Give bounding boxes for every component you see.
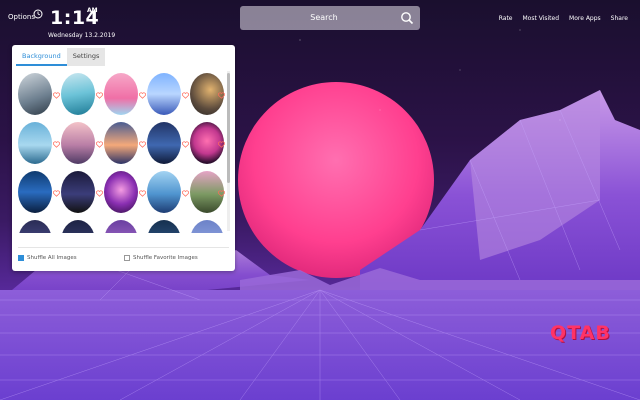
background-thumbnail[interactable] bbox=[61, 73, 95, 115]
panel-divider bbox=[18, 247, 229, 248]
background-thumbnail[interactable] bbox=[18, 220, 52, 233]
search-icon[interactable] bbox=[400, 11, 414, 25]
favorite-heart-icon[interactable] bbox=[96, 92, 103, 99]
favorite-heart-icon[interactable] bbox=[182, 190, 189, 197]
favorite-heart-icon[interactable] bbox=[96, 141, 103, 148]
options-panel: Background Settings Shuffle All Images S… bbox=[12, 45, 235, 271]
background-thumbnail[interactable] bbox=[190, 220, 224, 233]
background-thumbnail[interactable] bbox=[104, 73, 138, 115]
background-grid bbox=[16, 73, 226, 233]
background-thumbnail[interactable] bbox=[104, 122, 138, 164]
thumbnail-scrollbar[interactable] bbox=[227, 71, 230, 231]
clock-date: Wednesday 13.2.2019 bbox=[48, 32, 116, 39]
search-placeholder: Search bbox=[310, 13, 338, 22]
options-button[interactable]: Options bbox=[8, 13, 35, 21]
background-thumbnail[interactable] bbox=[18, 73, 52, 115]
nav-share[interactable]: Share bbox=[611, 15, 628, 22]
qtab-logo: QTAB bbox=[550, 322, 611, 344]
favorite-heart-icon[interactable] bbox=[218, 141, 225, 148]
background-thumbnail[interactable] bbox=[61, 171, 95, 213]
scrollbar-thumb[interactable] bbox=[227, 73, 230, 183]
background-thumbnail[interactable] bbox=[147, 122, 181, 164]
shuffle-all-label: Shuffle All Images bbox=[27, 255, 77, 261]
checkbox-unchecked[interactable] bbox=[124, 255, 130, 261]
top-bar: Options 1:14 AM Wednesday 13.2.2019 Sear… bbox=[0, 0, 640, 40]
favorite-heart-icon[interactable] bbox=[182, 141, 189, 148]
nav-rate[interactable]: Rate bbox=[499, 15, 513, 22]
favorite-heart-icon[interactable] bbox=[139, 92, 146, 99]
background-thumbnail[interactable] bbox=[104, 220, 138, 233]
background-thumbnail[interactable] bbox=[104, 171, 138, 213]
background-thumbnail[interactable] bbox=[147, 73, 181, 115]
background-thumbnail[interactable] bbox=[61, 122, 95, 164]
nav-more-apps[interactable]: More Apps bbox=[569, 15, 601, 22]
shuffle-favorite-label: Shuffle Favorite Images bbox=[133, 255, 198, 261]
background-thumbnail[interactable] bbox=[147, 220, 181, 233]
favorite-heart-icon[interactable] bbox=[218, 92, 225, 99]
favorite-heart-icon[interactable] bbox=[53, 92, 60, 99]
checkbox-checked[interactable] bbox=[18, 255, 24, 261]
background-thumbnail[interactable] bbox=[18, 122, 52, 164]
nav-most-visited[interactable]: Most Visited bbox=[523, 15, 560, 22]
favorite-heart-icon[interactable] bbox=[96, 190, 103, 197]
favorite-heart-icon[interactable] bbox=[53, 141, 60, 148]
favorite-heart-icon[interactable] bbox=[139, 141, 146, 148]
tab-background[interactable]: Background bbox=[16, 48, 67, 66]
background-thumbnail[interactable] bbox=[61, 220, 95, 233]
background-thumbnail[interactable] bbox=[18, 171, 52, 213]
background-thumbnail[interactable] bbox=[147, 171, 181, 213]
shuffle-favorite-checkbox[interactable]: Shuffle Favorite Images bbox=[124, 255, 198, 261]
favorite-heart-icon[interactable] bbox=[53, 190, 60, 197]
favorite-heart-icon[interactable] bbox=[182, 92, 189, 99]
search-bar[interactable]: Search bbox=[240, 6, 420, 30]
clock-icon[interactable] bbox=[33, 9, 43, 19]
favorite-heart-icon[interactable] bbox=[139, 190, 146, 197]
clock-ampm: AM bbox=[87, 7, 98, 14]
tab-settings[interactable]: Settings bbox=[66, 48, 106, 66]
shuffle-all-checkbox[interactable]: Shuffle All Images bbox=[18, 255, 77, 261]
panel-tabs: Background Settings bbox=[16, 48, 106, 66]
top-nav: Rate Most Visited More Apps Share bbox=[499, 15, 628, 22]
favorite-heart-icon[interactable] bbox=[218, 190, 225, 197]
